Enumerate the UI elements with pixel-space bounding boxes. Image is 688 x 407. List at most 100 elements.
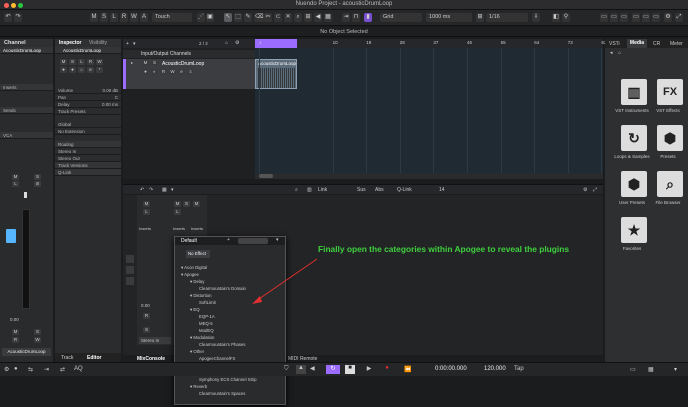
- color-menu-icon[interactable]: ◧: [552, 13, 560, 22]
- channel-fader-cap[interactable]: [6, 229, 16, 243]
- qlink-section[interactable]: Q-Link: [55, 169, 121, 176]
- inspector-listen-button[interactable]: L: [78, 59, 85, 65]
- add-track-icon[interactable]: +: [126, 41, 129, 47]
- strip2-inserts[interactable]: Inserts: [173, 226, 185, 231]
- inspector-write-button[interactable]: W: [96, 59, 103, 65]
- presets-icon[interactable]: ⬢: [657, 125, 683, 151]
- transport-menu-icon[interactable]: ▾: [674, 366, 677, 373]
- metronome-icon[interactable]: ▲: [296, 365, 306, 374]
- audio-quality-label[interactable]: AQ: [74, 366, 83, 372]
- folder-track[interactable]: Input/Output Channels: [123, 50, 255, 58]
- media-tab[interactable]: Media: [627, 39, 647, 48]
- auto-scroll-icon[interactable]: ⇥: [342, 13, 350, 22]
- grid-value-select[interactable]: 1000 ms: [426, 13, 472, 22]
- channel-tab[interactable]: Channel: [0, 39, 53, 47]
- a-toolbar-button[interactable]: A: [140, 13, 148, 22]
- routing-section[interactable]: Routing: [55, 141, 121, 148]
- strip1-mute[interactable]: M: [143, 201, 150, 207]
- track-lane-button[interactable]: ≡: [187, 69, 194, 75]
- layout-left-icon[interactable]: ▭: [600, 13, 608, 22]
- piano-icon[interactable]: ▥: [621, 79, 647, 105]
- inspector-freeze-button[interactable]: *: [96, 67, 103, 73]
- range-tool-icon[interactable]: ⬚: [234, 13, 242, 22]
- inspector-record-button[interactable]: ●: [69, 67, 76, 73]
- track-read-button[interactable]: R: [160, 69, 167, 75]
- audio-track-row[interactable]: ▸ M S AcousticDrumLoop ● ◐ R W e ≡: [123, 59, 255, 89]
- settings-icon[interactable]: ⚙: [664, 13, 672, 22]
- snap-icon[interactable]: ⊓: [352, 13, 360, 22]
- plugin-menu-item[interactable]: Symphony ECS Channel Strip: [175, 376, 285, 383]
- loop-icon[interactable]: ↻: [621, 125, 647, 151]
- zoom-tool-icon[interactable]: ⌕: [294, 13, 302, 22]
- eraser-tool-icon[interactable]: ⌫: [254, 13, 265, 22]
- mute-toolbar-button[interactable]: M: [90, 13, 98, 22]
- speaker-tool-icon[interactable]: ◀: [314, 13, 322, 22]
- media-back-icon[interactable]: ◂: [610, 50, 613, 56]
- volume-row[interactable]: Volume 0.00 dB: [55, 87, 121, 94]
- color-tool-icon[interactable]: ▦: [324, 13, 332, 22]
- audio-clip[interactable]: AcousticDrumLoop: [255, 59, 297, 89]
- inspector-lock-button[interactable]: ⌂: [78, 67, 85, 73]
- track-tab[interactable]: Track: [61, 355, 73, 361]
- no-effect-button[interactable]: No Effect: [186, 250, 210, 258]
- favorites-icon[interactable]: ★: [621, 217, 647, 243]
- ruler[interactable]: [255, 39, 603, 48]
- mixer-left-icon-2[interactable]: [126, 266, 134, 274]
- layout-zone-icon[interactable]: ▭: [642, 13, 650, 22]
- scissors-tool-icon[interactable]: ✂: [264, 13, 272, 22]
- qlink-button[interactable]: Q-Link: [397, 187, 412, 193]
- plugin-menu-item[interactable]: ▾ EQ: [175, 306, 285, 313]
- mixer-left-icon-3[interactable]: [126, 277, 134, 285]
- file-browser-icon[interactable]: ⌕: [657, 171, 683, 197]
- quantize-select[interactable]: 1/16: [486, 13, 528, 22]
- inspector-edit-button[interactable]: e: [87, 67, 94, 73]
- plugin-menu-item[interactable]: Clearmountain's Spaces: [175, 390, 285, 397]
- read-toolbar-button[interactable]: R: [120, 13, 128, 22]
- rewind-icon[interactable]: ⏪: [404, 366, 411, 373]
- plugin-menu-item[interactable]: ApogeeChannelFX: [175, 355, 285, 362]
- layout-rack-icon[interactable]: ▭: [632, 13, 640, 22]
- inspector-tab[interactable]: Inspector: [59, 40, 82, 46]
- quantize-preset-icon[interactable]: ⇩: [532, 13, 540, 22]
- track-presets-row[interactable]: Track Presets: [55, 108, 121, 115]
- snap-on-icon[interactable]: ▮: [364, 13, 372, 22]
- track-mute-button[interactable]: M: [142, 60, 149, 66]
- automation-toggle-icon[interactable]: ▣: [206, 13, 214, 22]
- menu-options-icon[interactable]: ▾: [276, 237, 279, 243]
- transport-lock-icon[interactable]: ⛉: [284, 366, 289, 373]
- editor-tab[interactable]: Editor: [87, 355, 101, 361]
- sus-button[interactable]: Sus: [357, 187, 366, 193]
- comp-tool-icon[interactable]: ⊞: [304, 13, 312, 22]
- global-select[interactable]: Global: [55, 121, 121, 128]
- lower-undo-icon[interactable]: ↶: [140, 187, 144, 193]
- transport-settings-icon[interactable]: ⚙: [4, 366, 9, 373]
- lower-expand-icon[interactable]: ⤢: [593, 187, 597, 193]
- transport-record-mode-icon[interactable]: ●: [14, 366, 18, 372]
- channel-solo-button-2[interactable]: S: [34, 329, 41, 335]
- channel-read-button[interactable]: R: [12, 337, 19, 343]
- channel-inserts-section[interactable]: Inserts: [0, 84, 53, 91]
- mixer-left-icon-1[interactable]: [126, 255, 134, 263]
- transport-marker-icon[interactable]: ⇆: [28, 366, 33, 373]
- plugin-menu-item[interactable]: EQP-1A: [175, 313, 285, 320]
- glue-tool-icon[interactable]: ⊂: [274, 13, 282, 22]
- channel-monitor-button[interactable]: ⊘: [34, 181, 41, 187]
- transport-punch-icon[interactable]: ⇥: [44, 366, 49, 373]
- channel-solo-button[interactable]: S: [34, 174, 41, 180]
- plugin-menu-item[interactable]: Clearmountain's Phases: [175, 341, 285, 348]
- pre-roll-icon[interactable]: ◀: [310, 365, 318, 374]
- plugin-search-input[interactable]: [238, 238, 268, 244]
- abs-button[interactable]: Abs: [375, 187, 384, 193]
- plugin-menu-item[interactable]: ModEQ: [175, 327, 285, 334]
- routing-input-select[interactable]: Stereo In: [55, 148, 121, 155]
- track-versions-section[interactable]: Track Versions: [55, 162, 121, 169]
- solo-toolbar-button[interactable]: S: [100, 13, 108, 22]
- strip1-listen[interactable]: L: [143, 209, 150, 215]
- channel-sends-section[interactable]: Sends: [0, 107, 53, 114]
- plugin-menu-item[interactable]: ▾ Modulation: [175, 334, 285, 341]
- layout-right-icon[interactable]: ▭: [620, 13, 628, 22]
- cycle-button[interactable]: ↻: [326, 365, 340, 374]
- channel-volume-fader[interactable]: [22, 209, 30, 309]
- layout-lower-icon[interactable]: ▭: [610, 13, 618, 22]
- inspector-monitor-button[interactable]: ●: [60, 67, 67, 73]
